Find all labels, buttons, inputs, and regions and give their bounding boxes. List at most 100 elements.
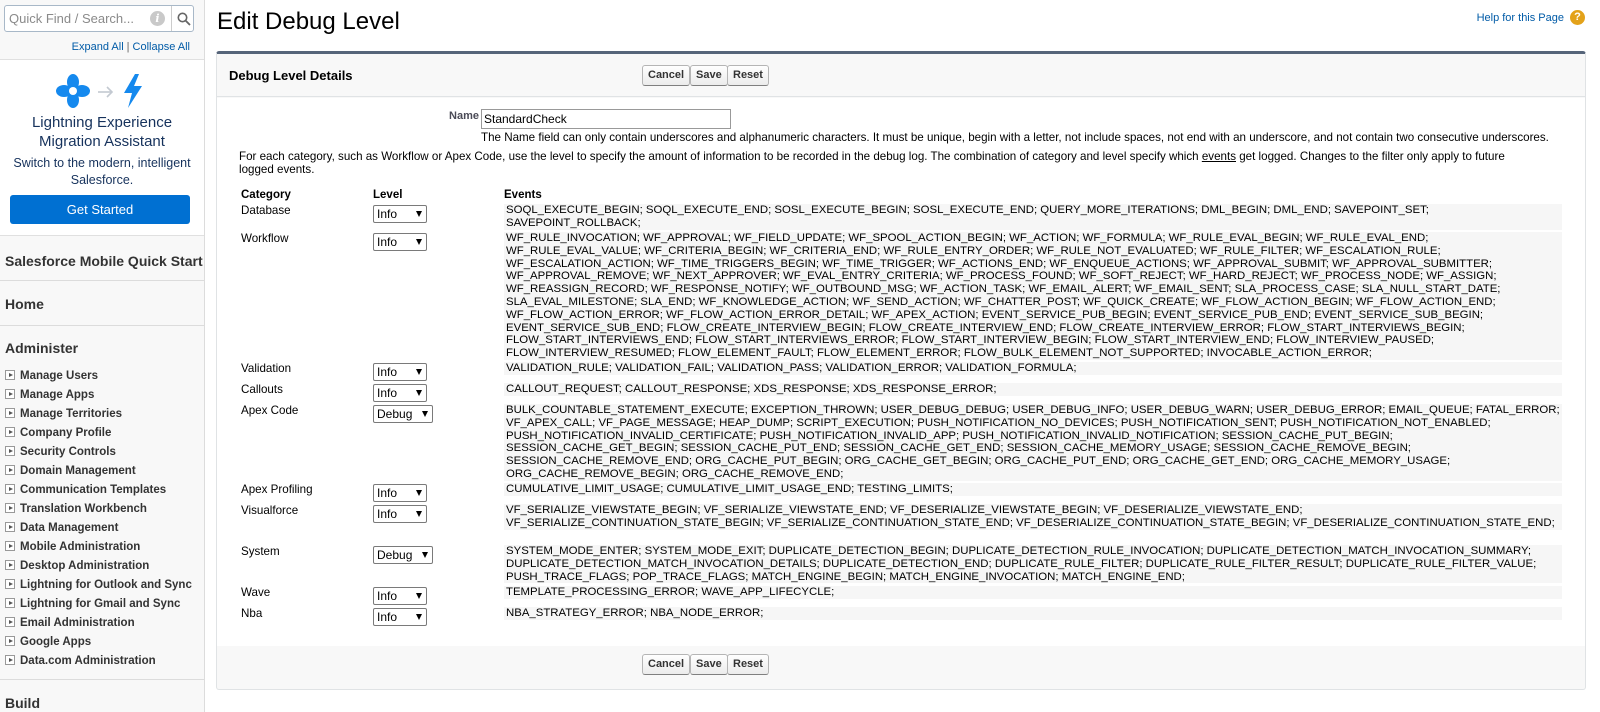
sidebar-item-label: Data.com Administration [20, 655, 156, 667]
sidebar-item-google-apps[interactable]: Google Apps [5, 634, 91, 650]
level-select[interactable]: Debug [373, 405, 433, 423]
table-row-database: Database Info SOQL_EXECUTE_BEGIN; SOQL_E… [237, 204, 1562, 230]
expand-icon[interactable] [5, 522, 15, 532]
category-label: Apex Profiling [241, 483, 313, 496]
search-button[interactable] [171, 6, 194, 31]
sidebar-item-mobile-administration[interactable]: Mobile Administration [5, 539, 140, 555]
level-select[interactable]: Info [373, 505, 427, 523]
events-text: VF_SERIALIZE_VIEWSTATE_BEGIN; VF_SERIALI… [504, 504, 1562, 530]
level-select[interactable]: Info [373, 587, 427, 605]
expand-icon[interactable] [5, 389, 15, 399]
level-select[interactable]: Info [373, 608, 427, 626]
column-header-level: Level [373, 189, 403, 201]
level-select[interactable]: Info [373, 363, 427, 381]
sidebar-item-manage-apps[interactable]: Manage Apps [5, 387, 94, 403]
sidebar: i Expand All|Collapse All [0, 0, 205, 712]
expand-icon[interactable] [5, 655, 15, 665]
help-icon[interactable]: ? [1570, 10, 1585, 25]
events-link[interactable]: events [1202, 150, 1236, 163]
events-text: BULK_COUNTABLE_STATEMENT_EXECUTE; EXCEPT… [504, 404, 1562, 481]
sidebar-item-label: Security Controls [20, 446, 116, 458]
category-label: Visualforce [241, 504, 299, 517]
name-help-text: The Name field can only contain undersco… [481, 131, 1549, 144]
events-text: TEMPLATE_PROCESSING_ERROR; WAVE_APP_LIFE… [504, 586, 1562, 599]
category-label: Validation [241, 362, 292, 375]
divider [0, 325, 204, 326]
sidebar-item-label: Desktop Administration [20, 560, 150, 572]
sidebar-item-datacom-administration[interactable]: Data.com Administration [5, 653, 156, 669]
debug-level-details-block: Debug Level Details Cancel Save Reset Na… [216, 51, 1586, 690]
sidebar-item-company-profile[interactable]: Company Profile [5, 425, 111, 441]
help-for-page-link[interactable]: Help for this Page [1477, 12, 1564, 24]
expand-icon[interactable] [5, 484, 15, 494]
expand-collapse-row: Expand All | Collapse All [72, 41, 190, 53]
level-value: Info [377, 507, 398, 521]
dropdown-arrow-icon [416, 211, 422, 217]
level-select[interactable]: Info [373, 484, 427, 502]
reset-button-bottom[interactable]: Reset [727, 654, 769, 675]
events-text: NBA_STRATEGY_ERROR; NBA_NODE_ERROR; [504, 607, 1562, 620]
intro-text-start: For each category, such as Workflow or A… [239, 150, 1202, 163]
sidebar-item-security-controls[interactable]: Security Controls [5, 444, 116, 460]
sidebar-item-email-administration[interactable]: Email Administration [5, 615, 135, 631]
home-link[interactable]: Home [5, 296, 44, 312]
name-label: Name [449, 110, 479, 122]
expand-icon[interactable] [5, 408, 15, 418]
save-button[interactable]: Save [690, 65, 728, 86]
expand-icon[interactable] [5, 465, 15, 475]
sidebar-item-data-management[interactable]: Data Management [5, 520, 118, 536]
block-body: Name The Name field can only contain und… [217, 98, 1585, 646]
intro-text: For each category, such as Workflow or A… [239, 150, 1539, 176]
dropdown-arrow-icon [416, 390, 422, 396]
table-row-workflow: Workflow Info WF_RULE_INVOCATION; WF_APP… [237, 232, 1562, 360]
sidebar-item-label: Lightning for Outlook and Sync [20, 579, 192, 591]
table-row-apex-profiling: Apex Profiling Info CUMULATIVE_LIMIT_USA… [237, 483, 1562, 502]
sidebar-item-communication-templates[interactable]: Communication Templates [5, 482, 166, 498]
save-button-bottom[interactable]: Save [690, 654, 728, 675]
level-select[interactable]: Info [373, 205, 427, 223]
name-field[interactable] [481, 109, 731, 129]
expand-icon[interactable] [5, 598, 15, 608]
cancel-button-bottom[interactable]: Cancel [642, 654, 691, 675]
expand-icon[interactable] [5, 503, 15, 513]
level-select[interactable]: Info [373, 384, 427, 402]
expand-icon[interactable] [5, 579, 15, 589]
expand-icon[interactable] [5, 636, 15, 646]
level-select[interactable]: Info [373, 233, 427, 251]
sidebar-item-domain-management[interactable]: Domain Management [5, 463, 136, 479]
category-label: Database [241, 204, 291, 217]
sidebar-item-lightning-gmail-sync[interactable]: Lightning for Gmail and Sync [5, 596, 180, 612]
sidebar-item-lightning-outlook-sync[interactable]: Lightning for Outlook and Sync [5, 577, 192, 593]
expand-icon[interactable] [5, 617, 15, 627]
expand-all-link[interactable]: Expand All [72, 41, 124, 53]
get-started-button[interactable]: Get Started [10, 195, 190, 224]
divider [0, 679, 204, 680]
expand-icon[interactable] [5, 427, 15, 437]
table-row-wave: Wave Info TEMPLATE_PROCESSING_ERROR; WAV… [237, 586, 1562, 605]
mobile-quick-start-link[interactable]: Salesforce Mobile Quick Start [5, 253, 203, 269]
lma-title: Lightning Experience Migration Assistant [0, 113, 204, 151]
category-label: Callouts [241, 383, 283, 396]
sidebar-item-manage-users[interactable]: Manage Users [5, 368, 98, 384]
build-heading: Build [5, 695, 40, 711]
arrow-right-icon [98, 86, 114, 98]
sidebar-item-translation-workbench[interactable]: Translation Workbench [5, 501, 147, 517]
quick-find-input[interactable] [9, 9, 144, 28]
sidebar-item-manage-territories[interactable]: Manage Territories [5, 406, 122, 422]
collapse-all-link[interactable]: Collapse All [133, 41, 190, 53]
level-select[interactable]: Debug [373, 546, 433, 564]
sidebar-item-label: Translation Workbench [20, 503, 147, 515]
expand-icon[interactable] [5, 446, 15, 456]
dropdown-arrow-icon [416, 369, 422, 375]
info-icon[interactable]: i [150, 11, 165, 26]
level-value: Info [377, 235, 398, 249]
sidebar-item-desktop-administration[interactable]: Desktop Administration [5, 558, 149, 574]
expand-icon[interactable] [5, 370, 15, 380]
lightning-bolt-icon [124, 74, 142, 108]
reset-button[interactable]: Reset [727, 65, 769, 86]
lightning-migration-assistant-card: Lightning Experience Migration Assistant… [0, 59, 204, 236]
sidebar-item-label: Mobile Administration [20, 541, 141, 553]
expand-icon[interactable] [5, 560, 15, 570]
cancel-button[interactable]: Cancel [642, 65, 691, 86]
expand-icon[interactable] [5, 541, 15, 551]
